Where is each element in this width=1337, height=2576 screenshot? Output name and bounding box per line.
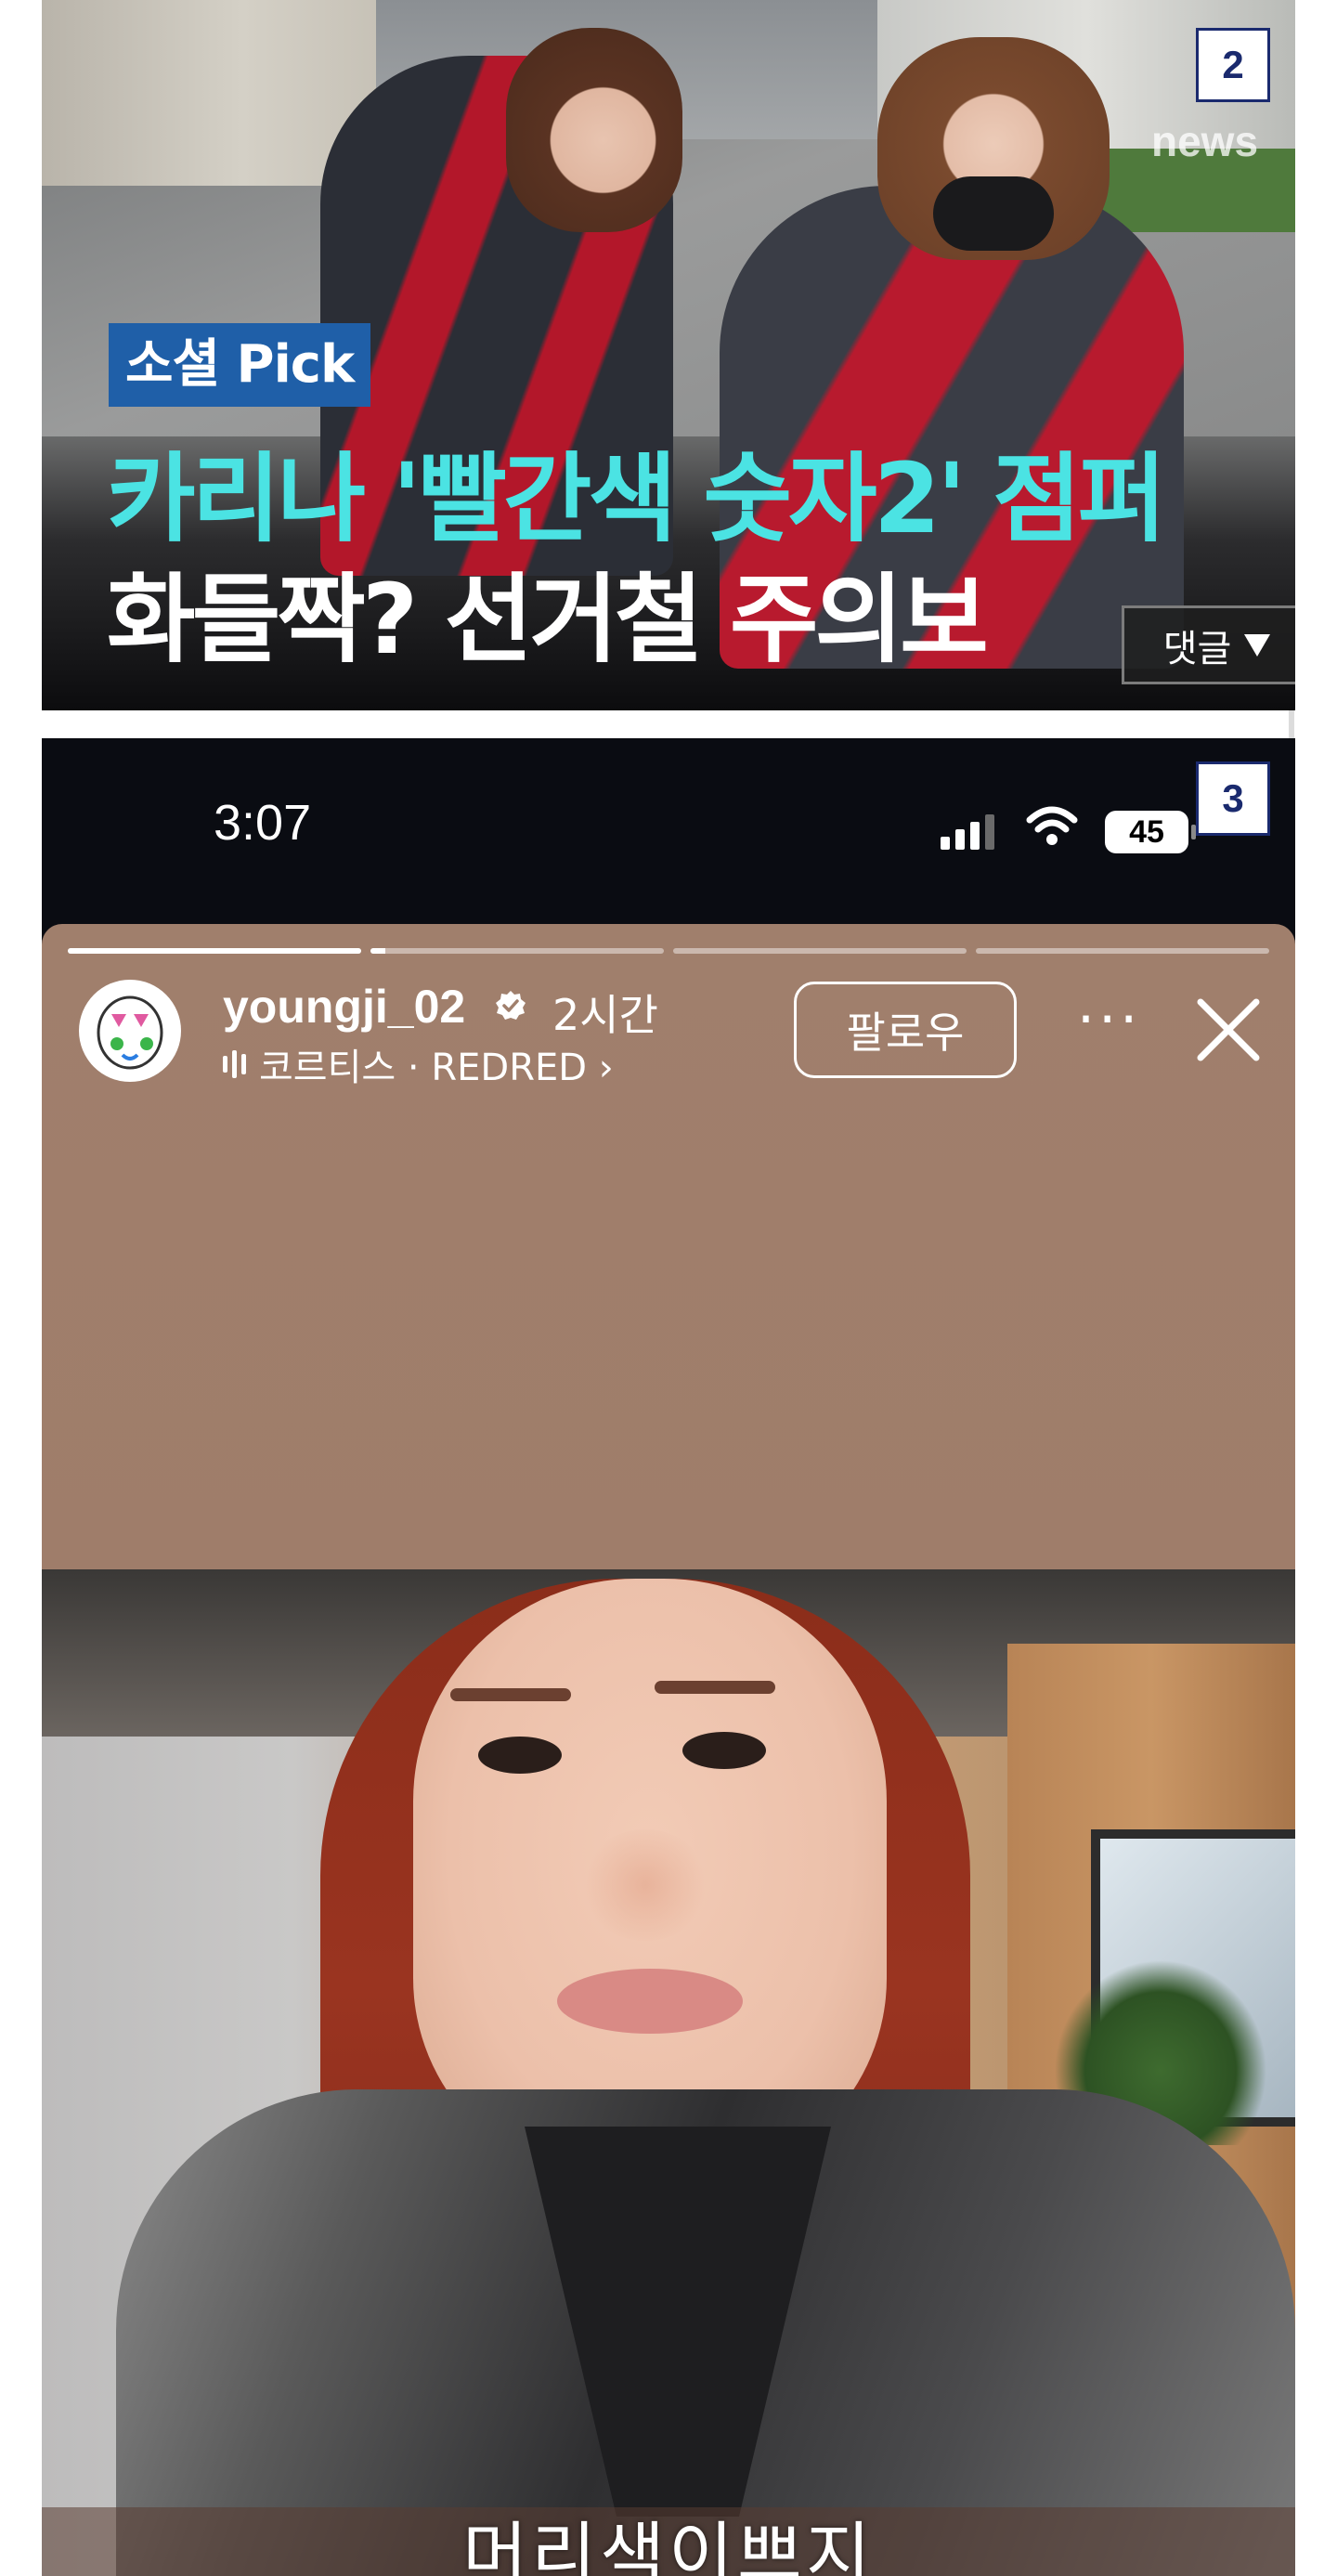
status-time: 3:07 (214, 795, 312, 851)
person-left-head (506, 28, 682, 232)
news-tag: 소셜 Pick (109, 323, 371, 407)
comment-button[interactable]: 댓글 (1122, 605, 1295, 684)
verified-badge-icon (496, 991, 526, 1020)
follow-button[interactable]: 팔로우 (794, 982, 1017, 1078)
story-caption: 머리색이쁘지 (462, 2514, 875, 2576)
headline-line-1: 카리나 '빨간색 숫자2' 점퍼 (107, 442, 1166, 555)
more-options-icon[interactable]: ··· (1077, 987, 1141, 1052)
photo-eye-left (478, 1737, 562, 1774)
progress-fill (68, 948, 361, 954)
battery-indicator: 45 (1105, 811, 1196, 853)
music-label: 코르티스 · REDRED › (259, 1047, 614, 1089)
progress-segment (370, 948, 664, 954)
story-age: 2시간 (552, 990, 658, 1040)
progress-segment (68, 948, 361, 954)
person-right-face-cover (933, 176, 1054, 251)
photo-brow-left (450, 1688, 571, 1701)
panel-badge-3: 3 (1196, 761, 1270, 836)
progress-fill (370, 948, 385, 954)
photo-eye-right (682, 1732, 766, 1769)
avatar-drawing-icon (97, 995, 163, 1070)
story-username[interactable]: youngji_02 (223, 980, 465, 1034)
story-progress (68, 948, 1269, 954)
building-left (42, 0, 376, 186)
progress-segment (976, 948, 1269, 954)
story-frame[interactable]: youngji_02 2시간 코르티스 · REDRED › 팔로우 ··· 머… (42, 924, 1295, 2576)
close-icon[interactable] (1193, 995, 1264, 1065)
signal-icon (941, 814, 994, 850)
wifi-icon (1026, 806, 1078, 845)
story-screenshot: 3:07 45 youngji_02 2시간 코르티스 · REDRED › 팔… (42, 738, 1295, 2576)
music-bars-icon (223, 1050, 246, 1078)
photo-brow-right (655, 1681, 775, 1694)
story-music[interactable]: 코르티스 · REDRED › (223, 1037, 614, 1091)
progress-segment (673, 948, 967, 954)
news-thumbnail[interactable]: news 소셜 Pick 카리나 '빨간색 숫자2' 점퍼 화들짝? 선거철 주… (42, 0, 1295, 710)
comment-label: 댓글 (1162, 627, 1232, 670)
broadcaster-logo: news (1151, 117, 1259, 165)
photo-nose (580, 1829, 710, 1941)
page: news 소셜 Pick 카리나 '빨간색 숫자2' 점퍼 화들짝? 선거철 주… (0, 0, 1337, 2576)
story-photo: 머리색이쁘지 (42, 1569, 1295, 2576)
headline-line-2: 화들짝? 선거철 주의보 (107, 563, 989, 676)
avatar[interactable] (79, 980, 181, 1082)
photo-lips (557, 1969, 743, 2034)
panel-badge-2: 2 (1196, 28, 1270, 102)
triangle-down-icon (1244, 633, 1271, 657)
